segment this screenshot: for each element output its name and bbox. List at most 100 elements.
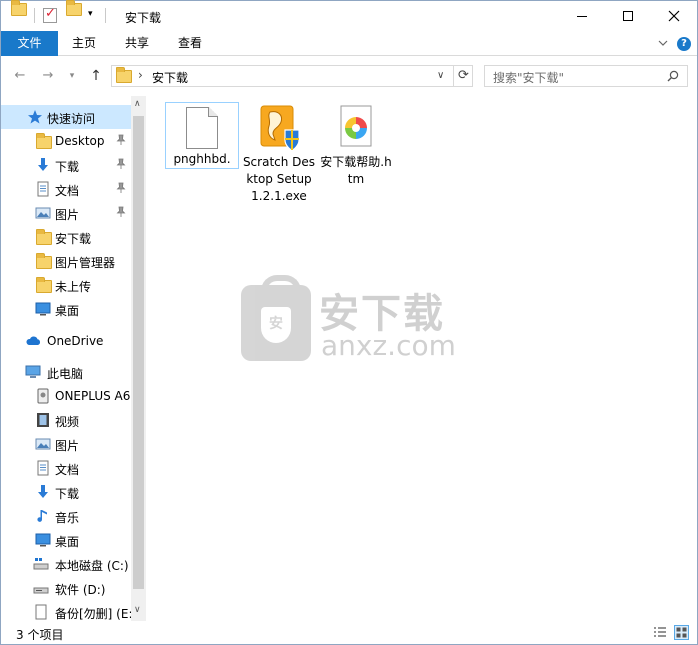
ribbon-tabs: 文件 主页 共享 查看 ? xyxy=(1,31,697,56)
htm-file-icon xyxy=(340,105,372,147)
sidebar-item-label: 下载 xyxy=(55,487,80,501)
shield-icon: 安 xyxy=(261,307,291,343)
tab-file[interactable]: 文件 xyxy=(1,31,58,56)
sidebar-item-label: 下载 xyxy=(55,160,80,174)
tab-home[interactable]: 主页 xyxy=(61,31,107,56)
tab-share[interactable]: 共享 xyxy=(114,31,160,56)
sidebar-item-label: 桌面 xyxy=(55,304,80,318)
close-button[interactable] xyxy=(651,1,697,31)
desktop-icon xyxy=(35,302,51,316)
chevron-down-icon[interactable]: ∨ xyxy=(437,70,444,81)
file-item[interactable]: pnghhbd. xyxy=(165,102,239,169)
folder-icon xyxy=(116,67,132,83)
sidebar-item-anxiazai[interactable]: 安下载 xyxy=(1,225,131,249)
drive-icon xyxy=(33,558,49,570)
sidebar-item-label: 桌面 xyxy=(55,535,80,549)
sidebar-item-oneplus[interactable]: ONEPLUS A6 xyxy=(1,384,131,408)
pin-icon[interactable] xyxy=(116,158,126,170)
sidebar-item-this-pc[interactable]: 此电脑 xyxy=(1,360,131,384)
maximize-icon xyxy=(623,11,633,21)
sidebar-item-label: 音乐 xyxy=(55,511,80,525)
file-item[interactable]: 安下载帮助.htm xyxy=(319,102,393,188)
sidebar-item-label: 图片 xyxy=(55,439,80,453)
sidebar-item-label: 此电脑 xyxy=(47,367,84,381)
recent-locations-icon[interactable]: ▾ xyxy=(63,68,81,84)
search-icon[interactable] xyxy=(667,70,679,82)
cloud-icon xyxy=(26,336,41,345)
scroll-down-icon[interactable]: ∨ xyxy=(134,605,141,615)
new-folder-icon[interactable] xyxy=(66,0,82,16)
sidebar-item-label: ONEPLUS A6 xyxy=(55,389,131,403)
watermark-domain: anxz.com xyxy=(321,329,456,362)
sidebar-item-drive-e[interactable]: 备份[勿删] (E: xyxy=(1,600,133,621)
music-icon xyxy=(37,510,47,522)
picture-icon xyxy=(35,438,51,450)
expand-ribbon-icon[interactable] xyxy=(657,37,669,49)
details-view-icon[interactable] xyxy=(653,626,667,639)
explorer-window: ▾ 安下载 文件 主页 共享 查看 ? ← → ▾ ↑ › 安下载 ∨ ⟳ 搜索… xyxy=(0,0,698,645)
sidebar-item-label: OneDrive xyxy=(47,334,104,348)
large-icons-view-icon[interactable] xyxy=(674,625,689,640)
sidebar-item-pictures[interactable]: 图片 xyxy=(1,201,131,225)
sidebar-item-desktop[interactable]: Desktop xyxy=(1,129,131,153)
scrollbar-thumb[interactable] xyxy=(133,116,144,589)
window-title: 安下载 xyxy=(125,11,162,25)
sidebar-item-desktop-cn[interactable]: 桌面 xyxy=(1,297,131,321)
sidebar-item-music[interactable]: 音乐 xyxy=(1,504,131,528)
address-path[interactable]: 安下载 xyxy=(152,69,188,86)
tab-view[interactable]: 查看 xyxy=(167,31,213,56)
file-item[interactable]: Scratch Desktop Setup 1.2.1.exe xyxy=(242,102,316,205)
customize-toolbar-icon[interactable]: ▾ xyxy=(88,9,93,19)
sidebar-item-label: 软件 (D:) xyxy=(55,583,106,597)
help-icon[interactable]: ? xyxy=(677,37,691,51)
properties-icon[interactable] xyxy=(43,6,57,23)
sidebar-item-drive-c[interactable]: 本地磁盘 (C:) xyxy=(1,552,131,576)
divider xyxy=(34,8,35,23)
forward-arrow-icon[interactable]: → xyxy=(39,68,57,84)
pin-icon[interactable] xyxy=(116,206,126,218)
sidebar-item-label: 图片 xyxy=(55,208,80,222)
up-arrow-icon[interactable]: ↑ xyxy=(87,68,105,84)
document-icon xyxy=(37,460,49,476)
chevron-right-icon[interactable]: › xyxy=(138,68,143,82)
sidebar-item-not-uploaded[interactable]: 未上传 xyxy=(1,273,131,297)
refresh-icon[interactable]: ⟳ xyxy=(453,66,473,86)
sidebar-item-videos[interactable]: 视频 xyxy=(1,408,131,432)
search-input[interactable]: 搜索"安下载" xyxy=(484,65,688,87)
sidebar-item-label: 未上传 xyxy=(55,280,92,294)
sidebar-item-documents[interactable]: 文档 xyxy=(1,177,131,201)
minimize-button[interactable] xyxy=(559,1,605,31)
document-icon xyxy=(37,181,49,197)
item-count: 3 个项目 xyxy=(16,628,64,642)
search-placeholder: 搜索"安下载" xyxy=(493,71,565,85)
sidebar-item-pc-documents[interactable]: 文档 xyxy=(1,456,131,480)
sidebar-item-label: 文档 xyxy=(55,463,80,477)
address-bar[interactable]: › 安下载 ∨ ⟳ xyxy=(111,65,473,87)
phone-icon xyxy=(37,388,49,404)
sidebar-item-pc-desktop[interactable]: 桌面 xyxy=(1,528,131,552)
folder-icon xyxy=(36,133,52,149)
computer-icon xyxy=(25,365,41,378)
download-icon xyxy=(38,485,48,498)
sidebar-item-downloads[interactable]: 下载 xyxy=(1,153,131,177)
sidebar-item-drive-d[interactable]: 软件 (D:) xyxy=(1,576,131,600)
pin-icon[interactable] xyxy=(116,182,126,194)
sidebar-item-pc-pictures[interactable]: 图片 xyxy=(1,432,131,456)
picture-icon xyxy=(35,207,51,219)
folder-icon xyxy=(11,0,27,16)
maximize-button[interactable] xyxy=(605,1,651,31)
drive-icon xyxy=(35,604,47,620)
scroll-up-icon[interactable]: ∧ xyxy=(134,99,141,109)
pin-icon[interactable] xyxy=(116,134,126,146)
sidebar-item-onedrive[interactable]: OneDrive xyxy=(1,329,131,353)
sidebar-scrollbar[interactable]: ∧ ∨ xyxy=(131,96,146,621)
close-icon xyxy=(668,10,680,22)
sidebar-item-picture-manager[interactable]: 图片管理器 xyxy=(1,249,131,273)
navigation-pane: 快速访问 Desktop 下载 文档 图片 安下载 图片管理器 未上传 桌面 O… xyxy=(1,96,146,621)
watermark-logo: 安 安下载 anxz.com xyxy=(241,275,461,362)
sidebar-item-quick-access[interactable]: 快速访问 xyxy=(1,105,131,129)
navigation-bar: ← → ▾ ↑ › 安下载 ∨ ⟳ 搜索"安下载" xyxy=(1,57,697,95)
sidebar-item-pc-downloads[interactable]: 下载 xyxy=(1,480,131,504)
back-arrow-icon[interactable]: ← xyxy=(11,68,29,84)
file-name: pnghhbd. xyxy=(173,152,231,166)
